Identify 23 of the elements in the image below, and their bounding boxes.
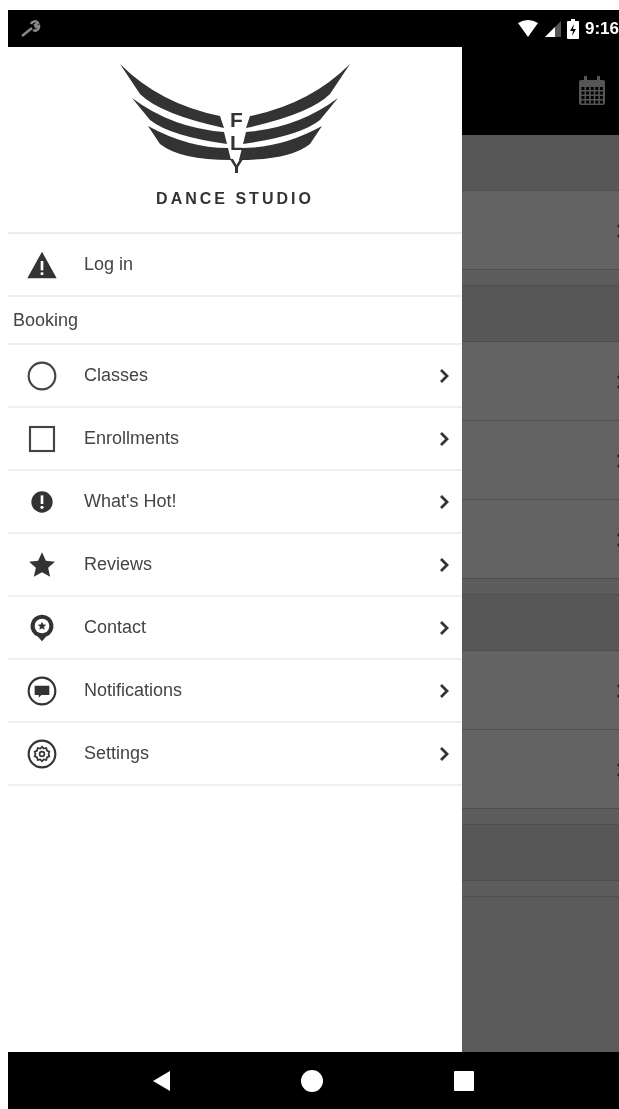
menu-item[interactable]: Notifications (8, 660, 462, 723)
wrench-icon (20, 19, 42, 38)
chat-bubble-icon (26, 674, 58, 707)
menu-item[interactable]: Contact (8, 597, 462, 660)
calendar-icon[interactable] (577, 75, 607, 107)
login-item[interactable]: Log in (8, 234, 462, 297)
home-icon[interactable] (300, 1068, 325, 1093)
signal-icon (544, 20, 561, 37)
menu-item[interactable]: Classes (8, 345, 462, 408)
section-heading: Booking (13, 309, 79, 331)
menu-item[interactable]: Settings (8, 723, 462, 786)
gear-icon (26, 737, 58, 770)
circle-icon (26, 359, 58, 392)
menu-item[interactable]: Reviews (8, 534, 462, 597)
menu-item[interactable]: Enrollments (8, 408, 462, 471)
logo-letters: FLY (228, 108, 245, 178)
clock-time: 9:16 (584, 18, 619, 39)
recents-icon[interactable] (452, 1069, 475, 1092)
battery-icon (566, 18, 579, 39)
wifi-icon (516, 19, 539, 38)
back-icon[interactable] (152, 1069, 173, 1092)
logo-subtitle: DANCE STUDIO (156, 190, 314, 208)
menu-item[interactable]: What's Hot! (8, 471, 462, 534)
